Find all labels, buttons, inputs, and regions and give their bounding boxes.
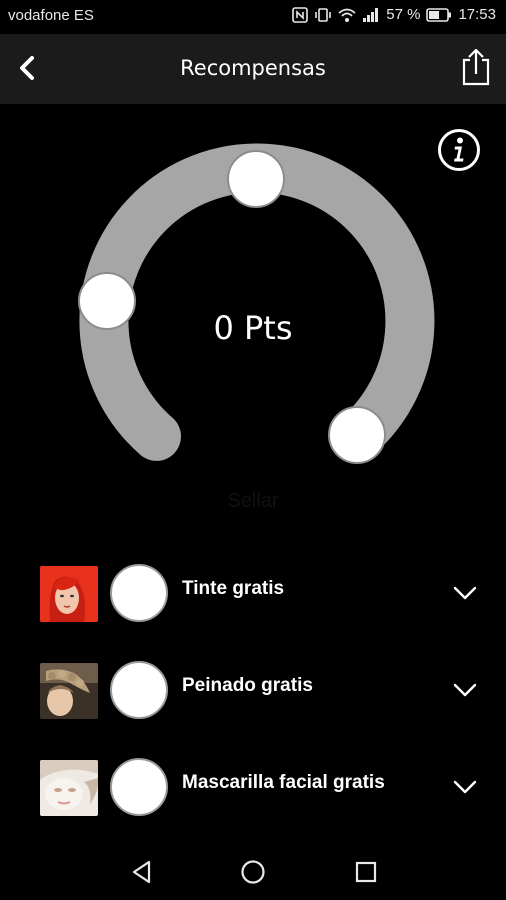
page-title: Recompensas (180, 56, 326, 80)
reward-stamp-circle[interactable] (110, 564, 168, 622)
share-button[interactable] (454, 46, 498, 90)
carrier-name: vodafone ES (8, 7, 94, 24)
reward-stamp-circle[interactable] (110, 758, 168, 816)
gauge-track (79, 143, 435, 461)
points-value: 0 Pts (213, 309, 293, 347)
share-icon (462, 48, 490, 86)
nav-back-icon[interactable] (128, 858, 156, 886)
reward-item-tinte[interactable]: Tinte gratis (0, 548, 506, 638)
facial-mask-photo (40, 760, 98, 816)
reward-title: Mascarilla facial gratis (182, 772, 385, 793)
nav-home-icon[interactable] (239, 858, 267, 886)
reward-title: Peinado gratis (182, 675, 313, 696)
top-app-bar: Recompensas (0, 34, 506, 104)
signal-icon (363, 7, 379, 22)
stamp-button[interactable]: Sellar (0, 490, 506, 513)
clock: 17:53 (458, 6, 496, 23)
stamp-marker-3[interactable] (328, 406, 386, 464)
status-bar: vodafone ES 57 % 17:53 (0, 0, 506, 34)
status-icons: 57 % 17:53 (286, 6, 496, 23)
chevron-down-icon[interactable] (452, 778, 478, 796)
braided-hair-photo (40, 663, 98, 719)
reward-item-peinado[interactable]: Peinado gratis (0, 645, 506, 735)
chevron-down-icon[interactable] (452, 681, 478, 699)
reward-item-mascarilla[interactable]: Mascarilla facial gratis (0, 742, 506, 832)
battery-icon (426, 7, 452, 22)
battery-percentage: 57 % (386, 6, 421, 23)
nav-recents-icon[interactable] (352, 858, 380, 886)
red-hair-photo (40, 566, 98, 622)
vibrate-icon (315, 7, 332, 22)
reward-title: Tinte gratis (182, 578, 285, 599)
system-nav-bar (0, 840, 506, 900)
reward-stamp-circle[interactable] (110, 661, 168, 719)
nfc-icon (292, 6, 309, 23)
stamp-marker-2[interactable] (227, 150, 285, 208)
chevron-down-icon[interactable] (452, 584, 478, 602)
wifi-icon (338, 8, 356, 22)
